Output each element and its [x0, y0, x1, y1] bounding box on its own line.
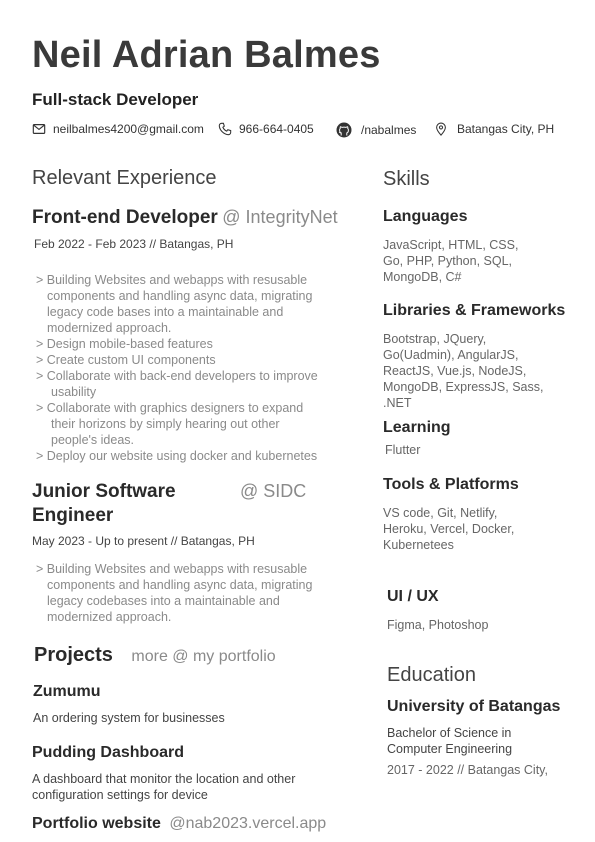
github-icon: [336, 122, 352, 138]
project-title-portfolio: Portfolio website: [32, 815, 161, 832]
skills-languages-list: JavaScript, HTML, CSS, Go, PHP, Python, …: [383, 238, 519, 284]
skills-tools-title: Tools & Platforms: [383, 476, 519, 493]
job-2-meta: May 2023 - Up to present // Batangas, PH: [32, 534, 255, 548]
job-2-company: @ SIDC: [240, 481, 307, 501]
job-1-title: Front-end Developer: [32, 207, 218, 228]
contact-github[interactable]: /nabalmes: [336, 122, 416, 138]
skills-learning-list: Flutter: [385, 443, 421, 457]
contact-email[interactable]: neilbalmes4200@gmail.com: [32, 122, 204, 136]
name: Neil Adrian Balmes: [32, 34, 381, 76]
github-text: /nabalmes: [361, 123, 417, 137]
location-pin-icon: [436, 122, 446, 136]
project-portfolio: Portfolio website @nab2023.vercel.app: [32, 815, 326, 833]
job-1-meta: Feb 2022 - Feb 2023 // Batangas, PH: [34, 237, 234, 251]
project-title-pudding: Pudding Dashboard: [32, 744, 184, 761]
project-desc-zumumu: An ordering system for businesses: [33, 711, 225, 725]
skills-libraries-title: Libraries & Frameworks: [383, 302, 566, 319]
skills-heading: Skills: [383, 168, 430, 190]
phone-text: 966-664-0405: [239, 122, 314, 136]
projects-header: Projects more @ my portfolio: [34, 644, 276, 667]
education-school: University of Batangas: [387, 698, 561, 715]
job-1-company: @ IntegrityNet: [222, 207, 338, 227]
project-portfolio-link[interactable]: @nab2023.vercel.app: [169, 815, 326, 832]
job-1-bullet-6: > Deploy our website using docker and ku…: [36, 449, 318, 463]
job-2-title: Junior Software Engineer: [32, 481, 176, 526]
education-degree: Bachelor of Science in Computer Engineer…: [387, 726, 513, 756]
skills-learning-title: Learning: [383, 419, 451, 436]
projects-heading: Projects: [34, 644, 113, 666]
phone-icon: [218, 122, 232, 136]
location-text: Batangas City, PH: [457, 122, 555, 136]
job-1-bullet-1: > Building Websites and webapps with res…: [36, 273, 313, 335]
education-meta: 2017 - 2022 // Batangas City,: [387, 763, 548, 777]
skills-libraries-list: Bootstrap, JQuery, Go(Uadmin), AngularJS…: [383, 332, 544, 410]
contact-phone[interactable]: 966-664-0405: [218, 122, 314, 136]
experience-heading: Relevant Experience: [32, 167, 217, 189]
job-1-bullet-5: > Collaborate with graphics designers to…: [36, 401, 304, 447]
project-desc-pudding: A dashboard that monitor the location an…: [32, 772, 296, 802]
skills-tools-list: VS code, Git, Netlify, Heroku, Vercel, D…: [383, 506, 515, 552]
project-title-zumumu: Zumumu: [33, 683, 101, 700]
contact-location: Batangas City, PH: [434, 122, 554, 136]
job-1-bullet-3: > Create custom UI components: [36, 353, 216, 367]
job-1-bullet-2: > Design mobile-based features: [36, 337, 213, 351]
portfolio-link[interactable]: more @ my portfolio: [131, 648, 275, 665]
skills-uiux-list: Figma, Photoshop: [387, 618, 489, 632]
job-1-header: Front-end Developer @ IntegrityNet: [32, 207, 338, 229]
skills-languages-title: Languages: [383, 208, 468, 225]
mail-icon: [32, 124, 46, 134]
job-2-bullet-1: > Building Websites and webapps with res…: [36, 562, 313, 624]
education-heading: Education: [387, 664, 476, 686]
skills-uiux-title: UI / UX: [387, 588, 439, 605]
email-text: neilbalmes4200@gmail.com: [53, 122, 204, 136]
role-title: Full-stack Developer: [32, 90, 199, 109]
job-1-bullet-4: > Collaborate with back-end developers t…: [36, 369, 318, 399]
